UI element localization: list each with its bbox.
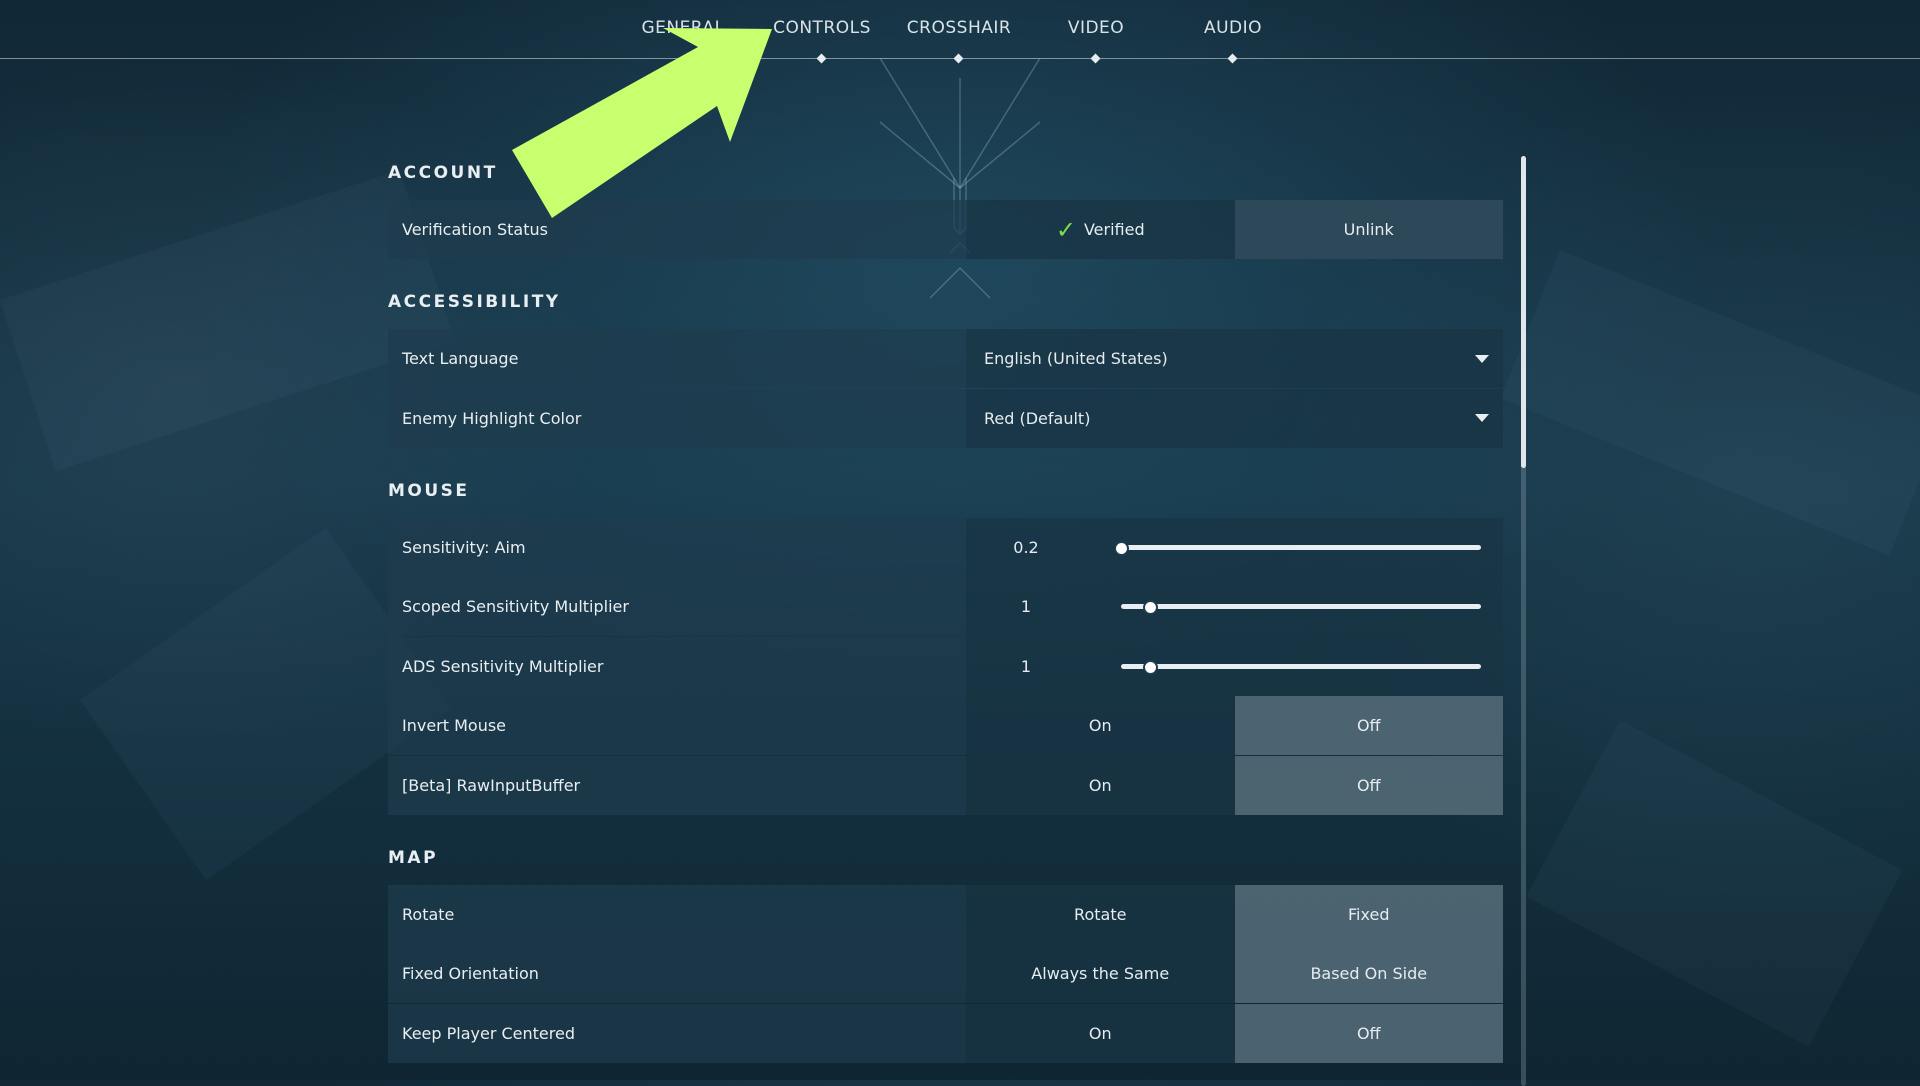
tab-label: AUDIO [1203, 18, 1263, 38]
chevron-down-icon [1475, 354, 1489, 363]
option-off[interactable]: Off [1234, 696, 1503, 755]
tab-video[interactable]: VIDEO [1026, 18, 1166, 64]
map-rotate-toggle: Rotate Fixed [966, 884, 1503, 944]
unlink-label: Unlink [1343, 220, 1394, 239]
keep-centered-toggle: On Off [966, 1003, 1503, 1063]
option-fixed[interactable]: Fixed [1234, 884, 1503, 944]
slider-thumb[interactable] [1114, 540, 1129, 556]
arrow-up-right-icon [512, 28, 772, 218]
option-on[interactable]: On [966, 1004, 1235, 1063]
setting-label: ADS Sensitivity Multiplier [388, 636, 966, 696]
settings-tab-bar: GENERAL CONTROLS CROSSHAIR VIDEO AUDIO [0, 0, 1920, 64]
section-title-accessibility: ACCESSIBILITY [388, 292, 561, 312]
setting-label: Enemy Highlight Color [388, 388, 966, 448]
setting-label: Invert Mouse [388, 696, 966, 755]
option-off[interactable]: Off [1234, 1003, 1503, 1063]
orientation-toggle: Always the Same Based On Side [966, 944, 1503, 1003]
option-based-on-side[interactable]: Based On Side [1234, 944, 1503, 1003]
setting-label: Scoped Sensitivity Multiplier [388, 577, 966, 636]
setting-row-ads-sensitivity: ADS Sensitivity Multiplier 1 [388, 636, 1503, 696]
option-rotate[interactable]: Rotate [966, 885, 1235, 944]
highlight-control: Red (Default) [966, 388, 1503, 448]
verification-control: ✓ Verified Unlink [966, 200, 1503, 259]
setting-label: [Beta] RawInputBuffer [388, 755, 966, 815]
verified-status: ✓ Verified [966, 200, 1235, 259]
slider-thumb[interactable] [1142, 600, 1158, 615]
chevron-down-icon [1475, 414, 1489, 422]
setting-row-rotate: Rotate Rotate Fixed [388, 884, 1503, 944]
text-language-dropdown[interactable]: English (United States) [966, 329, 1503, 388]
enemy-highlight-dropdown[interactable]: Red (Default) [966, 389, 1503, 448]
raw-input-toggle: On Off [966, 755, 1503, 815]
scrollbar-thumb[interactable] [1521, 156, 1526, 468]
setting-label: Keep Player Centered [388, 1003, 966, 1063]
language-control: English (United States) [966, 329, 1503, 388]
checkmark-icon: ✓ [1055, 215, 1076, 244]
section-title-mouse: MOUSE [388, 480, 470, 501]
background-shard [1500, 250, 1920, 556]
settings-panel: ACCOUNT Verification Status ✓ Verified U… [388, 140, 1503, 1063]
ads-sensitivity-control: 1 [966, 636, 1503, 696]
slider-thumb[interactable] [1142, 659, 1158, 675]
aim-sensitivity-slider[interactable] [1114, 540, 1481, 556]
dropdown-value: English (United States) [984, 349, 1168, 368]
unlink-button[interactable]: Unlink [1234, 200, 1503, 259]
setting-label: Fixed Orientation [388, 944, 966, 1003]
setting-row-scoped-sensitivity: Scoped Sensitivity Multiplier 1 [388, 577, 1503, 636]
tab-label: CROSSHAIR [906, 18, 1012, 38]
setting-row-text-language: Text Language English (United States) [388, 329, 1503, 388]
ads-sensitivity-slider[interactable] [1121, 659, 1481, 675]
slider-value: 1 [1020, 597, 1032, 616]
slider-value: 0.2 [1013, 537, 1039, 557]
section-title-map: MAP [388, 847, 439, 868]
verified-label: Verified [1083, 220, 1145, 239]
tab-audio[interactable]: AUDIO [1163, 18, 1303, 64]
setting-label: Sensitivity: Aim [388, 517, 966, 577]
setting-row-raw-input-buffer: [Beta] RawInputBuffer On Off [388, 755, 1503, 815]
setting-row-invert-mouse: Invert Mouse On Off [388, 696, 1503, 755]
option-always-same[interactable]: Always the Same [966, 944, 1235, 1003]
invert-mouse-toggle: On Off [966, 696, 1503, 755]
tab-crosshair[interactable]: CROSSHAIR [889, 18, 1029, 64]
background-shard [0, 170, 456, 472]
tab-label: VIDEO [1067, 18, 1125, 38]
slider-value: 1 [1020, 656, 1032, 676]
setting-row-sensitivity-aim: Sensitivity: Aim 0.2 [388, 517, 1503, 577]
scoped-sensitivity-control: 1 [966, 577, 1503, 636]
option-on[interactable]: On [966, 756, 1235, 815]
settings-scrollbar[interactable] [1521, 156, 1526, 1086]
scoped-sensitivity-slider[interactable] [1121, 600, 1481, 615]
setting-row-keep-centered: Keep Player Centered On Off [388, 1003, 1503, 1063]
setting-label: Text Language [388, 329, 966, 388]
option-on[interactable]: On [966, 696, 1235, 755]
aim-sensitivity-control: 0.2 [966, 517, 1503, 577]
setting-row-enemy-highlight: Enemy Highlight Color Red (Default) [388, 388, 1503, 448]
dropdown-value: Red (Default) [984, 408, 1091, 428]
option-off[interactable]: Off [1234, 755, 1503, 815]
setting-label: Rotate [388, 884, 966, 944]
setting-row-fixed-orientation: Fixed Orientation Always the Same Based … [388, 944, 1503, 1003]
background-shard [1526, 720, 1903, 1047]
